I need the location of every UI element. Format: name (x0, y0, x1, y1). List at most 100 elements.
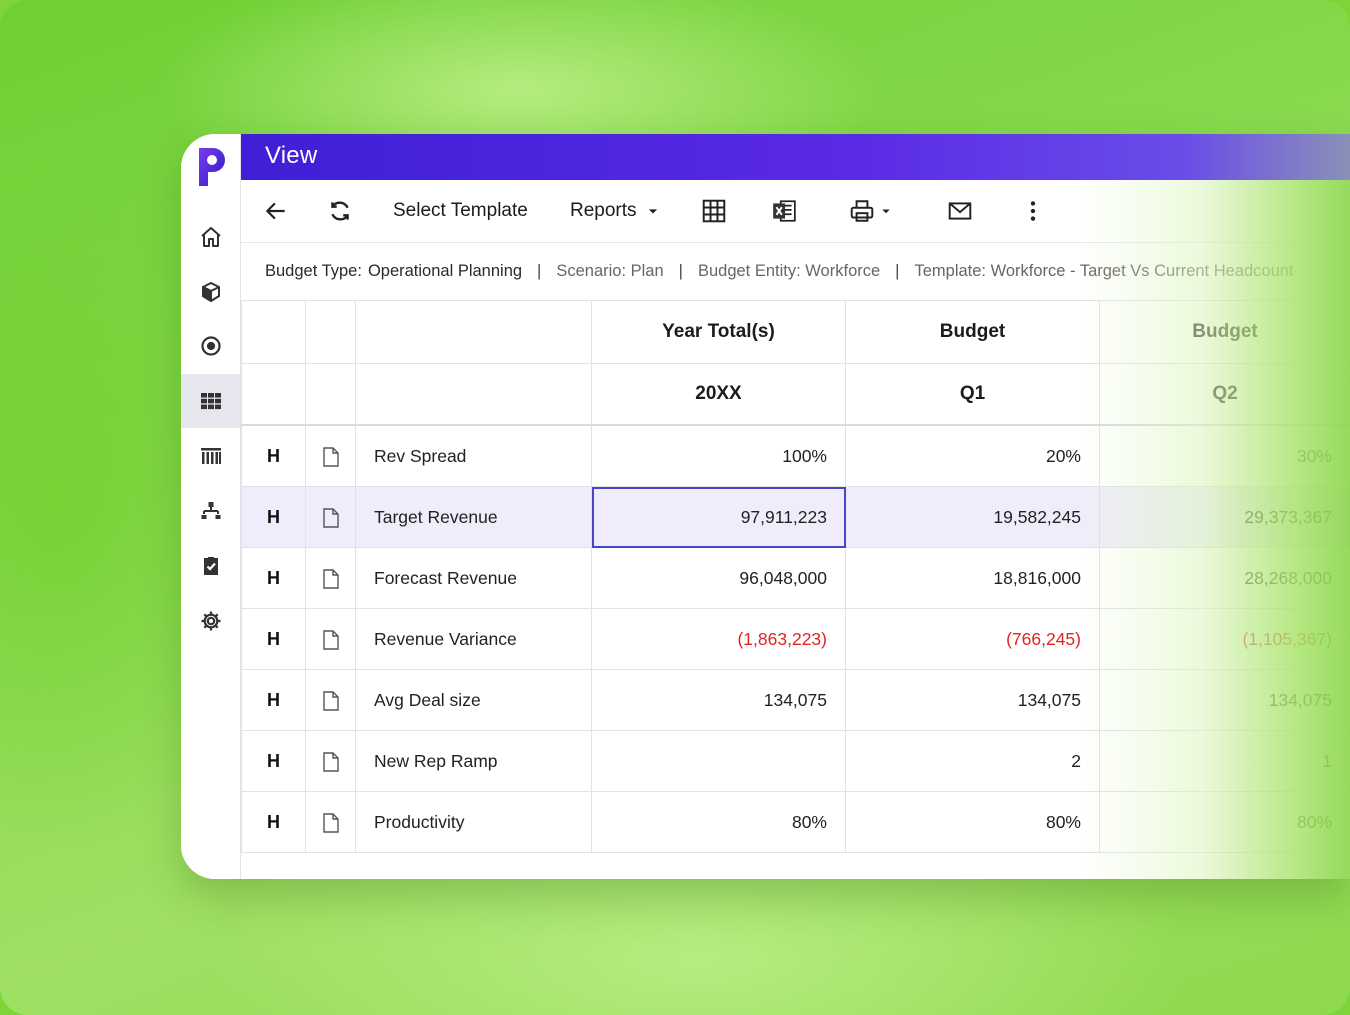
value-cell[interactable]: 134,075 (845, 669, 1100, 731)
grid-view-button[interactable] (701, 180, 727, 242)
row-doc[interactable] (305, 608, 356, 670)
column-header[interactable]: Year Total(s) (591, 300, 846, 364)
header-blank (305, 300, 356, 364)
separator: | (537, 261, 542, 280)
reports-dropdown[interactable]: Reports (570, 180, 663, 242)
toolbar: Select Template Reports (241, 180, 1350, 243)
separator: | (895, 261, 900, 280)
more-options-button[interactable] (1020, 180, 1046, 242)
value-cell[interactable]: 30% (1099, 424, 1350, 487)
header-blank (241, 300, 306, 364)
column-header[interactable]: Q2 (1099, 363, 1350, 426)
window-title: View (265, 142, 318, 169)
cube-icon (201, 282, 220, 302)
nav-grid[interactable] (181, 374, 240, 428)
value-cell[interactable]: 29,373,367 (1099, 486, 1350, 548)
table-row[interactable]: H Productivity 80% 80% 80% (241, 791, 1350, 853)
export-excel-button[interactable] (771, 180, 797, 242)
value-cell[interactable]: 100% (591, 424, 846, 487)
table-row[interactable]: H Rev Spread 100% 20% 30% (241, 424, 1350, 487)
value-cell[interactable]: 80% (845, 791, 1100, 853)
row-doc[interactable] (305, 730, 356, 792)
value-cell[interactable]: 2 (845, 730, 1100, 792)
nav-goals[interactable] (181, 319, 240, 373)
template-label: Template: Workforce - Target Vs Current … (914, 261, 1294, 280)
value-cell[interactable]: 134,075 (591, 669, 846, 731)
document-icon (322, 690, 339, 711)
print-button[interactable] (849, 180, 895, 242)
select-template-label: Select Template (393, 200, 528, 221)
row-label: Avg Deal size (355, 669, 592, 731)
table-row[interactable]: H Avg Deal size 134,075 134,075 134,075 (241, 669, 1350, 731)
document-icon (322, 629, 339, 650)
separator: | (678, 261, 683, 280)
value-cell-negative[interactable]: (766,245) (845, 608, 1100, 670)
caret-down-icon (648, 209, 657, 214)
row-doc[interactable] (305, 669, 356, 731)
main-panel: View Select Template Reports Budget Type… (241, 134, 1350, 879)
hierarchy-icon (201, 502, 220, 519)
value-cell[interactable]: 20% (845, 424, 1100, 487)
value-cell[interactable]: 80% (591, 791, 846, 853)
nav-models[interactable] (181, 265, 240, 319)
column-header[interactable]: 20XX (591, 363, 846, 426)
select-template-button[interactable]: Select Template (393, 180, 528, 242)
scenario-label: Scenario: Plan (556, 261, 664, 280)
row-flag: H (241, 547, 306, 609)
value-cell-negative[interactable]: (1,863,223) (591, 608, 846, 670)
home-icon (200, 227, 221, 247)
back-button[interactable] (263, 180, 289, 242)
row-flag: H (241, 486, 306, 548)
refresh-icon (331, 201, 349, 221)
email-button[interactable] (947, 180, 973, 242)
value-cell[interactable]: 18,816,000 (845, 547, 1100, 609)
column-header[interactable]: Budget (1099, 300, 1350, 364)
row-doc[interactable] (305, 547, 356, 609)
budget-type-key: Budget Type: (265, 261, 362, 280)
table-row[interactable]: H Forecast Revenue 96,048,000 18,816,000… (241, 547, 1350, 609)
value-cell[interactable]: 96,048,000 (591, 547, 846, 609)
row-label: Target Revenue (355, 486, 592, 548)
grid-icon (200, 393, 221, 410)
table-row[interactable]: H Revenue Variance (1,863,223) (766,245)… (241, 608, 1350, 670)
row-flag: H (241, 791, 306, 853)
header-blank (355, 300, 592, 364)
row-doc[interactable] (305, 486, 356, 548)
nav-tasks[interactable] (181, 539, 240, 593)
table-row[interactable]: H Target Revenue 97,911,223 19,582,245 2… (241, 486, 1350, 548)
gear-icon (201, 611, 220, 631)
table-row[interactable]: H New Rep Ramp 2 1 (241, 730, 1350, 792)
value-cell[interactable] (591, 730, 846, 792)
document-icon (322, 507, 339, 528)
clipboard-check-icon (203, 557, 218, 575)
nav-entities[interactable] (181, 429, 240, 483)
document-icon (322, 751, 339, 772)
value-cell[interactable]: 134,075 (1099, 669, 1350, 731)
row-doc[interactable] (305, 791, 356, 853)
column-header[interactable]: Q1 (845, 363, 1100, 426)
nav-home[interactable] (181, 210, 240, 264)
excel-icon (773, 200, 796, 222)
row-label: Productivity (355, 791, 592, 853)
value-cell[interactable]: 80% (1099, 791, 1350, 853)
title-bar: View (241, 134, 1350, 180)
nav-hierarchy[interactable] (181, 484, 240, 538)
column-header[interactable]: Budget (845, 300, 1100, 364)
refresh-button[interactable] (327, 180, 353, 242)
header-blank (305, 363, 356, 426)
app-logo[interactable] (195, 146, 229, 188)
row-label: New Rep Ramp (355, 730, 592, 792)
nav-settings[interactable] (181, 594, 240, 648)
mail-icon (948, 202, 972, 220)
table-icon (702, 199, 726, 223)
value-cell[interactable]: 1 (1099, 730, 1350, 792)
value-cell-negative[interactable]: (1,105,367) (1099, 608, 1350, 670)
value-cell[interactable]: 19,582,245 (845, 486, 1100, 548)
value-cell[interactable]: 28,268,000 (1099, 547, 1350, 609)
value-cell-selected[interactable]: 97,911,223 (591, 486, 846, 548)
row-doc[interactable] (305, 424, 356, 487)
row-label: Rev Spread (355, 424, 592, 487)
header-blank (241, 363, 306, 426)
app-window: View Select Template Reports Budget Type… (181, 134, 1350, 879)
more-vertical-icon (1030, 201, 1036, 221)
